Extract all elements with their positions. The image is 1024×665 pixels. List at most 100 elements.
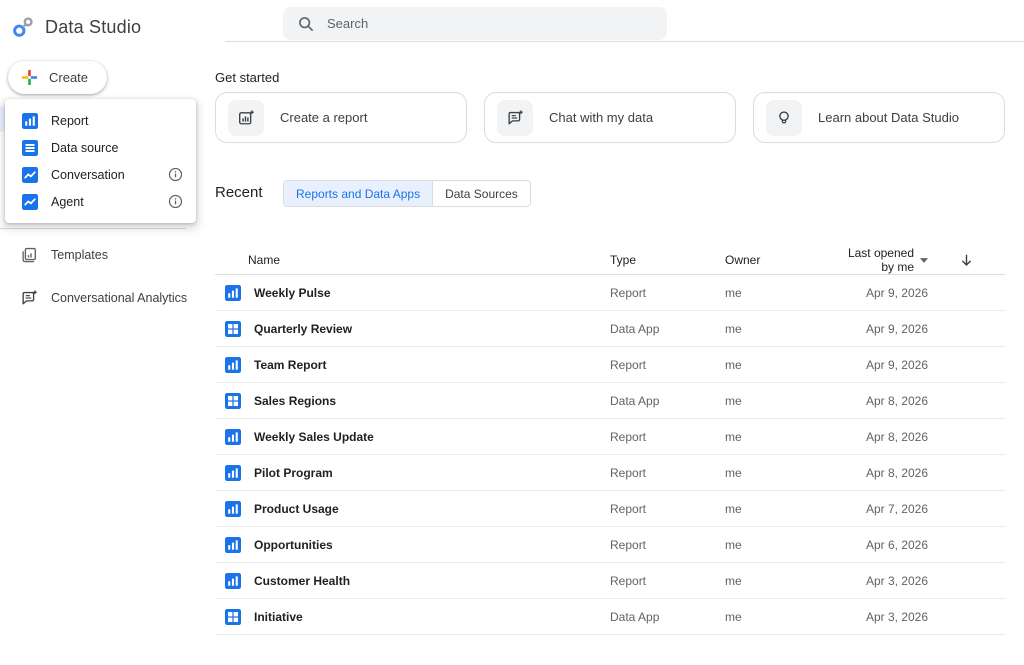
report-tile-icon bbox=[22, 113, 38, 129]
cell-last-opened: Apr 8, 2026 bbox=[838, 394, 928, 408]
menu-item-label: Conversation bbox=[51, 168, 125, 182]
report-tile-icon bbox=[225, 537, 241, 553]
cell-type: Report bbox=[610, 358, 725, 372]
datasource-tile-icon bbox=[22, 140, 38, 156]
cell-owner: me bbox=[725, 322, 838, 336]
row-name-label: Team Report bbox=[254, 358, 326, 372]
sidebar-nav: Templates Conversational Analytics bbox=[0, 237, 200, 316]
cell-name: Initiative bbox=[215, 609, 610, 625]
table-row-customer-health[interactable]: Customer HealthReportmeApr 3, 2026 bbox=[215, 563, 1005, 599]
cell-type: Report bbox=[610, 430, 725, 444]
recent-table: Name Type Owner Last opened by me W bbox=[215, 246, 1005, 635]
chat-add-icon bbox=[506, 109, 524, 127]
card-learn-about-data-studio[interactable]: Learn about Data Studio bbox=[753, 92, 1005, 143]
cell-owner: me bbox=[725, 466, 838, 480]
report-add-icon bbox=[237, 109, 255, 127]
create-menu-item-agent[interactable]: Agent bbox=[5, 188, 196, 215]
table-row-opportunities[interactable]: OpportunitiesReportmeApr 6, 2026 bbox=[215, 527, 1005, 563]
conversation-tile-icon bbox=[22, 194, 38, 210]
cell-type: Report bbox=[610, 502, 725, 516]
cell-last-opened: Apr 7, 2026 bbox=[838, 502, 928, 516]
caret-down-icon bbox=[920, 258, 928, 263]
cell-name: Quarterly Review bbox=[215, 321, 610, 337]
cell-owner: me bbox=[725, 358, 838, 372]
cell-owner: me bbox=[725, 610, 838, 624]
cell-last-opened: Apr 6, 2026 bbox=[838, 538, 928, 552]
row-name-label: Weekly Sales Update bbox=[254, 430, 374, 444]
cell-name: Sales Regions bbox=[215, 393, 610, 409]
table-row-pilot-program[interactable]: Pilot ProgramReportmeApr 8, 2026 bbox=[215, 455, 1005, 491]
cell-last-opened: Apr 8, 2026 bbox=[838, 430, 928, 444]
table-row-team-report[interactable]: Team ReportReportmeApr 9, 2026 bbox=[215, 347, 1005, 383]
table-row-quarterly-review[interactable]: Quarterly Review Data AppmeApr 9, 2026 bbox=[215, 311, 1005, 347]
card-create-a-report[interactable]: Create a report bbox=[215, 92, 467, 143]
column-header-owner: Owner bbox=[725, 253, 838, 267]
row-name-label: Pilot Program bbox=[254, 466, 333, 480]
row-name-label: Sales Regions bbox=[254, 394, 336, 408]
cell-name: Customer Health bbox=[215, 573, 610, 589]
cell-owner: me bbox=[725, 574, 838, 588]
column-header-last-opened[interactable]: Last opened by me bbox=[838, 246, 928, 274]
get-started-title: Get started bbox=[215, 70, 279, 85]
recent-title: Recent bbox=[215, 184, 263, 201]
cell-last-opened: Apr 3, 2026 bbox=[838, 610, 928, 624]
create-menu-item-report[interactable]: Report bbox=[5, 107, 196, 134]
row-name-label: Initiative bbox=[254, 610, 303, 624]
create-menu: Report Data source Conversation Agent bbox=[5, 99, 196, 223]
app-logo[interactable]: Data Studio bbox=[10, 14, 141, 40]
table-row-weekly-sales-update[interactable]: Weekly Sales Update ReportmeApr 8, 2026 bbox=[215, 419, 1005, 455]
create-button-label: Create bbox=[49, 70, 88, 85]
cell-type: Report bbox=[610, 286, 725, 300]
table-row-weekly-pulse[interactable]: Weekly PulseReportmeApr 9, 2026 bbox=[215, 275, 1005, 311]
cell-last-opened: Apr 9, 2026 bbox=[838, 322, 928, 336]
chat-add-icon bbox=[20, 289, 38, 307]
info-icon[interactable] bbox=[168, 194, 183, 209]
templates-icon bbox=[20, 246, 38, 264]
dataapp-tile-icon bbox=[225, 393, 241, 409]
card-label: Learn about Data Studio bbox=[818, 110, 959, 125]
card-icon-box bbox=[766, 100, 802, 136]
row-name-label: Product Usage bbox=[254, 502, 339, 516]
data-studio-logo-icon bbox=[10, 14, 36, 40]
table-body: Weekly PulseReportmeApr 9, 2026Quarterly… bbox=[215, 275, 1005, 635]
report-tile-icon bbox=[225, 357, 241, 373]
dataapp-tile-icon bbox=[225, 609, 241, 625]
table-row-product-usage[interactable]: Product UsageReportmeApr 7, 2026 bbox=[215, 491, 1005, 527]
app-window: Data Studio Create Report Data source Conv… bbox=[0, 0, 1024, 665]
column-header-type: Type bbox=[610, 253, 725, 267]
menu-item-label: Data source bbox=[51, 141, 118, 155]
cell-last-opened: Apr 3, 2026 bbox=[838, 574, 928, 588]
table-row-initiative[interactable]: InitiativeData AppmeApr 3, 2026 bbox=[215, 599, 1005, 635]
card-icon-box bbox=[497, 100, 533, 136]
cell-type: Data App bbox=[610, 322, 725, 336]
table-row-sales-regions[interactable]: Sales RegionsData AppmeApr 8, 2026 bbox=[215, 383, 1005, 419]
tab-reports-and-data-apps[interactable]: Reports and Data Apps bbox=[284, 181, 432, 206]
create-button[interactable]: Create bbox=[8, 61, 107, 94]
cell-owner: me bbox=[725, 538, 838, 552]
report-tile-icon bbox=[225, 465, 241, 481]
cell-name: Pilot Program bbox=[215, 465, 610, 481]
cell-type: Report bbox=[610, 466, 725, 480]
sidebar-item-label: Templates bbox=[51, 248, 108, 262]
info-icon[interactable] bbox=[168, 167, 183, 182]
cell-owner: me bbox=[725, 430, 838, 444]
card-chat-with-my-data[interactable]: Chat with my data bbox=[484, 92, 736, 143]
sidebar-divider bbox=[0, 228, 186, 229]
create-menu-item-conversation[interactable]: Conversation bbox=[5, 161, 196, 188]
sidebar-item-conversational-analytics[interactable]: Conversational Analytics bbox=[0, 280, 200, 316]
search-bar[interactable] bbox=[283, 7, 667, 40]
create-menu-item-data-source[interactable]: Data source bbox=[5, 134, 196, 161]
row-name-label: Quarterly Review bbox=[254, 322, 352, 336]
cell-owner: me bbox=[725, 394, 838, 408]
sidebar-item-templates[interactable]: Templates bbox=[0, 237, 200, 273]
column-header-name: Name bbox=[215, 253, 610, 267]
report-tile-icon bbox=[225, 285, 241, 301]
tab-data-sources[interactable]: Data Sources bbox=[432, 181, 530, 206]
cell-type: Report bbox=[610, 574, 725, 588]
card-icon-box bbox=[228, 100, 264, 136]
menu-item-label: Report bbox=[51, 114, 89, 128]
search-input[interactable] bbox=[327, 16, 653, 31]
cell-last-opened: Apr 9, 2026 bbox=[838, 286, 928, 300]
cell-name: Opportunities bbox=[215, 537, 610, 553]
sort-direction-arrow-icon[interactable] bbox=[959, 253, 974, 268]
